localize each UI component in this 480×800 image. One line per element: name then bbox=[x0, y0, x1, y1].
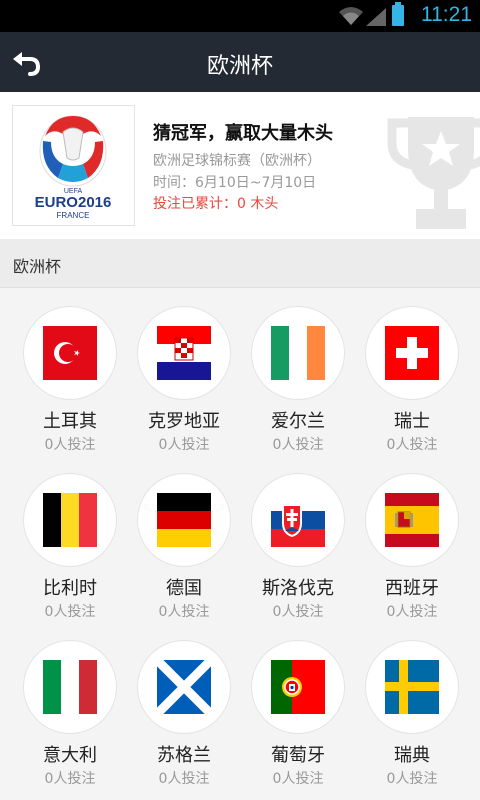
trophy-icon bbox=[387, 117, 480, 229]
team-item-italy[interactable]: 意大利 0人投注 bbox=[13, 622, 127, 787]
team-item-belgium[interactable]: 比利时 0人投注 bbox=[13, 455, 127, 620]
team-name: 葡萄牙 bbox=[271, 745, 325, 766]
turkey-flag-icon bbox=[43, 326, 97, 380]
team-badge bbox=[137, 306, 231, 400]
spain-flag-icon bbox=[385, 493, 439, 547]
bet-total: 投注已累计：0 木头 bbox=[153, 196, 279, 212]
event-name: 欧洲足球锦标赛（欧洲杯） bbox=[153, 153, 321, 169]
section-header: 欧洲杯 bbox=[0, 239, 480, 288]
team-grid: 土耳其 0人投注 克罗地亚 0人投注 爱尔兰 0人投注 瑞士 0人投注 比利时 … bbox=[0, 288, 480, 800]
team-item-spain[interactable]: 西班牙 0人投注 bbox=[355, 455, 469, 620]
status-bar: 11:21 bbox=[0, 0, 480, 32]
bet-count: 0人投注 bbox=[44, 771, 96, 787]
team-item-croatia[interactable]: 克罗地亚 0人投注 bbox=[127, 288, 241, 453]
team-item-germany[interactable]: 德国 0人投注 bbox=[127, 455, 241, 620]
team-item-sweden[interactable]: 瑞典 0人投注 bbox=[355, 622, 469, 787]
team-badge bbox=[251, 640, 345, 734]
team-badge bbox=[365, 306, 459, 400]
signal-icon bbox=[366, 8, 386, 26]
ireland-flag-icon bbox=[271, 326, 325, 380]
team-name: 瑞士 bbox=[394, 411, 430, 432]
team-badge bbox=[23, 640, 117, 734]
page-title: 欧洲杯 bbox=[206, 54, 273, 79]
team-name: 意大利 bbox=[43, 745, 97, 766]
team-item-turkey[interactable]: 土耳其 0人投注 bbox=[13, 288, 127, 453]
clock: 11:21 bbox=[421, 3, 472, 26]
section-title: 欧洲杯 bbox=[13, 257, 62, 276]
team-badge bbox=[365, 473, 459, 567]
team-item-ireland[interactable]: 爱尔兰 0人投注 bbox=[241, 288, 355, 453]
bet-count: 0人投注 bbox=[44, 437, 96, 453]
bet-count: 0人投注 bbox=[386, 604, 438, 620]
team-name: 克罗地亚 bbox=[148, 411, 220, 432]
event-banner: UEFA EURO2016 FRANCE 猜冠军，赢取大量木头 欧洲足球锦标赛（… bbox=[0, 92, 480, 239]
sweden-flag-icon bbox=[385, 660, 439, 714]
team-item-switzerland[interactable]: 瑞士 0人投注 bbox=[355, 288, 469, 453]
euro2016-text: EURO2016 bbox=[35, 194, 112, 211]
team-badge bbox=[137, 640, 231, 734]
team-item-scotland[interactable]: 苏格兰 0人投注 bbox=[127, 622, 241, 787]
france-text: FRANCE bbox=[57, 211, 90, 220]
italy-flag-icon bbox=[43, 660, 97, 714]
team-name: 德国 bbox=[166, 578, 202, 599]
bet-count: 0人投注 bbox=[386, 437, 438, 453]
team-badge bbox=[365, 640, 459, 734]
app-bar: 欧洲杯 bbox=[0, 32, 480, 92]
battery-icon bbox=[392, 2, 404, 26]
team-name: 土耳其 bbox=[43, 411, 97, 432]
portugal-flag-icon bbox=[271, 660, 325, 714]
team-name: 西班牙 bbox=[385, 578, 439, 599]
bet-count: 0人投注 bbox=[386, 771, 438, 787]
team-badge bbox=[137, 473, 231, 567]
germany-flag-icon bbox=[157, 493, 211, 547]
promo-headline: 猜冠军，赢取大量木头 bbox=[153, 123, 333, 144]
croatia-flag-icon bbox=[157, 326, 211, 380]
team-name: 瑞典 bbox=[394, 745, 430, 766]
event-date: 时间：6月10日~7月10日 bbox=[153, 175, 317, 191]
team-badge bbox=[251, 473, 345, 567]
team-badge bbox=[251, 306, 345, 400]
belgium-flag-icon bbox=[43, 493, 97, 547]
bet-count: 0人投注 bbox=[158, 437, 210, 453]
bet-count: 0人投注 bbox=[272, 437, 324, 453]
slovakia-flag-icon bbox=[271, 493, 325, 547]
team-name: 斯洛伐克 bbox=[262, 578, 334, 599]
bet-count: 0人投注 bbox=[272, 604, 324, 620]
team-name: 爱尔兰 bbox=[271, 411, 325, 432]
wifi-icon bbox=[339, 7, 363, 25]
bet-count: 0人投注 bbox=[158, 771, 210, 787]
switzerland-flag-icon bbox=[385, 326, 439, 380]
team-item-portugal[interactable]: 葡萄牙 0人投注 bbox=[241, 622, 355, 787]
bet-count: 0人投注 bbox=[158, 604, 210, 620]
bet-count: 0人投注 bbox=[272, 771, 324, 787]
team-item-slovakia[interactable]: 斯洛伐克 0人投注 bbox=[241, 455, 355, 620]
euro2016-logo: UEFA EURO2016 FRANCE bbox=[12, 105, 135, 226]
team-name: 苏格兰 bbox=[157, 745, 211, 766]
team-badge bbox=[23, 306, 117, 400]
bet-count: 0人投注 bbox=[44, 604, 96, 620]
scotland-flag-icon bbox=[157, 660, 211, 714]
team-name: 比利时 bbox=[43, 578, 97, 599]
team-badge bbox=[23, 473, 117, 567]
